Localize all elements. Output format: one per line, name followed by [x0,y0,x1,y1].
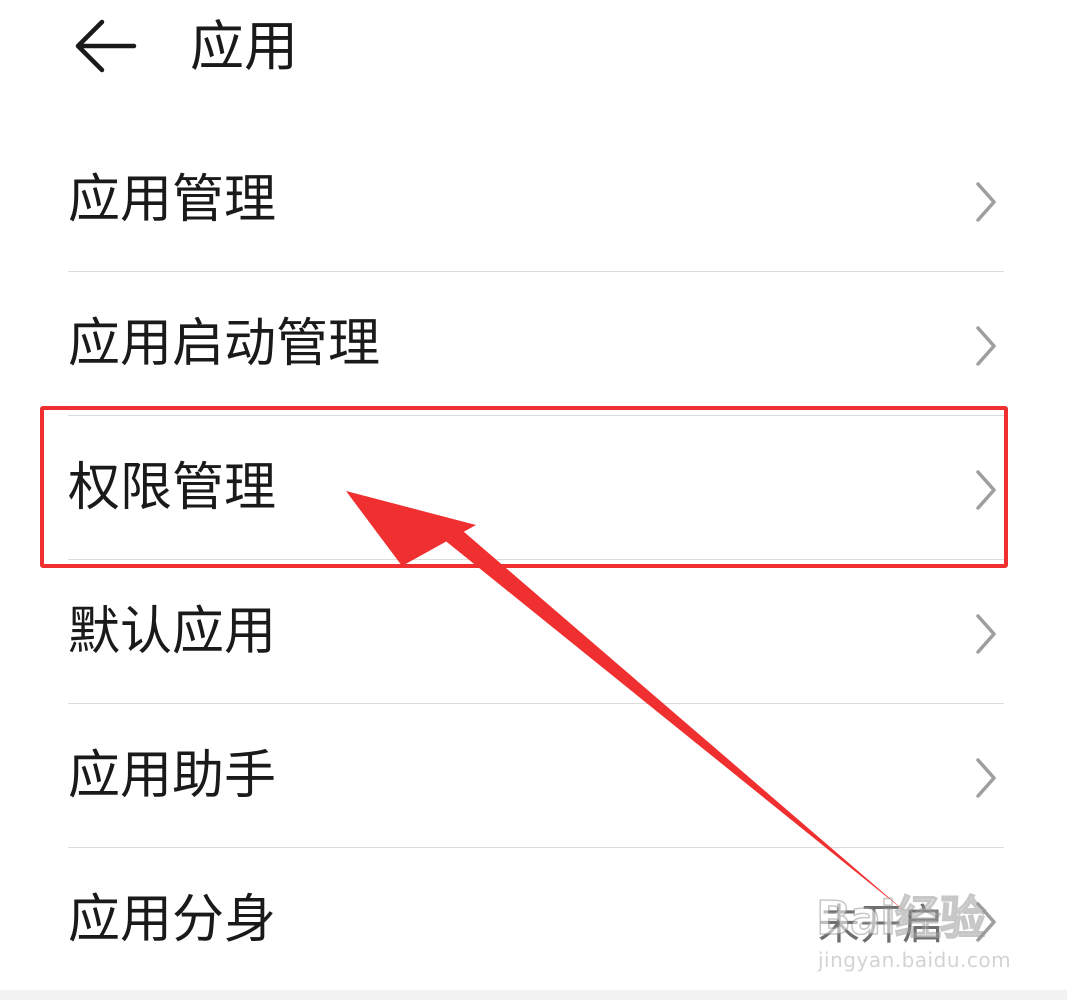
chevron-right-icon [976,182,996,222]
menu-item-app-twin[interactable]: 应用分身 未开启 [68,848,1004,991]
menu-item-status: 未开启 [817,900,944,949]
chevron-right-icon [976,470,996,510]
arrow-left-icon [75,19,137,73]
menu-item-label: 应用启动管理 [68,314,381,374]
menu-item-label: 应用助手 [68,746,277,806]
back-button[interactable] [60,4,150,88]
menu-item-label: 权限管理 [68,458,277,518]
chevron-right-icon [976,614,996,654]
menu-item-permission-management[interactable]: 权限管理 [68,416,1004,560]
menu-item-app-launch-management[interactable]: 应用启动管理 [68,272,1004,416]
page-title: 应用 [190,15,298,78]
bottom-bar [0,990,1067,1000]
menu-item-label: 默认应用 [68,602,277,662]
menu-item-label: 应用分身 [68,890,277,950]
menu-item-default-apps[interactable]: 默认应用 [68,560,1004,704]
chevron-right-icon [976,326,996,366]
app-header: 应用 [0,0,1067,100]
menu-item-app-assistant[interactable]: 应用助手 [68,704,1004,848]
settings-menu: 应用管理 应用启动管理 权限管理 默认应用 应用助手 应用分身 未开启 [68,128,1004,991]
menu-item-app-management[interactable]: 应用管理 [68,128,1004,272]
chevron-right-icon [976,902,996,942]
menu-item-label: 应用管理 [68,170,277,230]
chevron-right-icon [976,758,996,798]
